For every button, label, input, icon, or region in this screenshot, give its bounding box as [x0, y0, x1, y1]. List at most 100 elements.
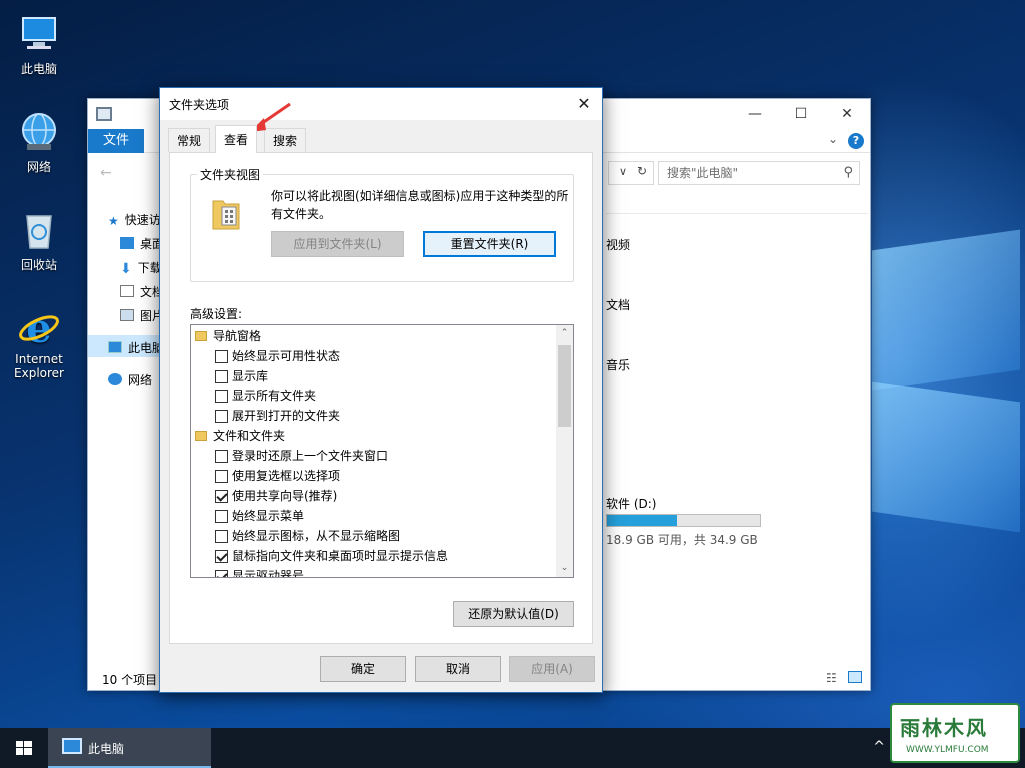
tab-view[interactable]: 查看 [215, 125, 258, 153]
site-watermark-logo: 雨林木风 WWW.YLMFU.COM [890, 703, 1020, 763]
advanced-settings-list[interactable]: 导航窗格 始终显示可用性状态显示库显示所有文件夹展开到打开的文件夹文件和文件夹登录… [190, 324, 574, 578]
svg-text:e: e [26, 305, 51, 348]
settings-item-label: 使用共享向导(推荐) [232, 489, 338, 503]
taskbar-item-label: 此电脑 [88, 742, 125, 756]
chevron-down-icon: ∨ [619, 165, 628, 178]
scroll-down-arrow-icon[interactable]: ⌄ [556, 560, 573, 577]
folder-documents[interactable]: 文档 [606, 296, 630, 313]
nav-item-downloads[interactable]: ⬇ 下载 [120, 259, 162, 277]
settings-checkbox-row[interactable]: 始终显示图标，从不显示缩略图 [215, 526, 400, 546]
settings-item-label: 使用复选框以选择项 [232, 469, 341, 483]
settings-category[interactable]: 导航窗格 [195, 326, 261, 346]
settings-checkbox-row[interactable]: 显示所有文件夹 [215, 386, 316, 406]
close-icon[interactable]: ✕ [824, 103, 870, 125]
checkbox-unchecked[interactable] [215, 390, 228, 403]
desktop-icon-internet-explorer[interactable]: e Internet Explorer [0, 304, 78, 380]
back-arrow-icon[interactable]: ← [100, 165, 112, 181]
drive-d[interactable]: 软件 (D:) 18.9 GB 可用，共 34.9 GB [606, 495, 761, 547]
settings-category[interactable]: 文件和文件夹 [195, 426, 285, 446]
settings-checkbox-row[interactable]: 使用复选框以选择项 [215, 466, 340, 486]
tray-chevron-icon[interactable]: ^ [873, 739, 885, 755]
dialog-title: 文件夹选项 [169, 98, 230, 112]
nav-item-pictures[interactable]: 图片 [120, 307, 164, 324]
drive-free-text: 18.9 GB 可用，共 34.9 GB [606, 533, 758, 547]
desktop-icon-label: 回收站 [20, 258, 57, 272]
computer-icon [17, 12, 61, 56]
recycle-bin-icon [17, 208, 61, 252]
taskbar: 此电脑 ^ [0, 728, 1025, 768]
checkbox-unchecked[interactable] [215, 350, 228, 363]
apply-button[interactable]: 应用(A) [509, 656, 595, 682]
network-icon [108, 373, 122, 385]
checkbox-unchecked[interactable] [215, 470, 228, 483]
nav-item-documents[interactable]: 文档 [120, 283, 164, 300]
details-view-icon[interactable]: ☷ [826, 671, 837, 685]
ok-button[interactable]: 确定 [320, 656, 406, 682]
settings-checkbox-row[interactable]: 登录时还原上一个文件夹窗口 [215, 446, 388, 466]
refresh-icon: ↻ [637, 164, 648, 178]
search-input[interactable]: 搜索"此电脑" ⚲ [658, 161, 860, 185]
settings-checkbox-row[interactable]: 始终显示菜单 [215, 506, 304, 526]
settings-item-label: 显示所有文件夹 [232, 389, 317, 403]
desktop-icon [120, 237, 134, 249]
maximize-icon[interactable]: ☐ [778, 103, 824, 125]
close-icon[interactable]: ✕ [571, 92, 597, 116]
settings-item-label: 登录时还原上一个文件夹窗口 [232, 449, 389, 463]
restore-defaults-button[interactable]: 还原为默认值(D) [453, 601, 574, 627]
desktop-icon-network[interactable]: 网络 [0, 110, 78, 175]
help-icon[interactable]: ? [848, 133, 864, 149]
advanced-settings-label: 高级设置: [190, 307, 243, 321]
checkbox-checked[interactable] [215, 550, 228, 563]
nav-item-this-pc[interactable]: 此电脑 [108, 339, 164, 356]
desktop-icon-label: 此电脑 [20, 62, 57, 76]
nav-item-desktop[interactable]: 桌面 [120, 235, 164, 252]
dialog-titlebar[interactable]: 文件夹选项 ✕ [160, 88, 602, 120]
settings-item-label: 显示库 [232, 369, 269, 383]
scroll-thumb[interactable] [558, 345, 571, 427]
settings-checkbox-row[interactable]: 显示驱动器号 [215, 566, 305, 578]
address-dropdown[interactable]: ∨ ↻ [608, 161, 654, 185]
apply-to-folders-button[interactable]: 应用到文件夹(L) [271, 231, 404, 257]
nav-item-quick-access[interactable]: ★ 快速访 [108, 211, 161, 228]
download-arrow-icon: ⬇ [120, 261, 132, 277]
checkbox-unchecked[interactable] [215, 370, 228, 383]
checkbox-unchecked[interactable] [215, 410, 228, 423]
desktop-icon-this-pc[interactable]: 此电脑 [0, 12, 78, 77]
settings-checkbox-row[interactable]: 鼠标指向文件夹和桌面项时显示提示信息 [215, 546, 448, 566]
checkbox-unchecked[interactable] [215, 450, 228, 463]
explorer-app-icon [96, 107, 112, 121]
checkbox-checked[interactable] [215, 570, 228, 577]
settings-item-label: 显示驱动器号 [232, 569, 305, 578]
tab-general[interactable]: 常规 [168, 128, 211, 152]
nav-label: 网络 [128, 373, 153, 387]
desktop-icon-recycle-bin[interactable]: 回收站 [0, 208, 78, 273]
cancel-button[interactable]: 取消 [415, 656, 501, 682]
nav-item-network[interactable]: 网络 [108, 371, 152, 388]
settings-item-label: 文件和文件夹 [213, 429, 286, 443]
settings-checkbox-row[interactable]: 始终显示可用性状态 [215, 346, 340, 366]
start-windows-icon[interactable] [0, 728, 48, 768]
settings-checkbox-row[interactable]: 显示库 [215, 366, 268, 386]
large-icons-view-icon[interactable] [848, 671, 862, 683]
folder-music[interactable]: 音乐 [606, 356, 630, 373]
advanced-settings-scrollbar[interactable]: ⌃ ⌄ [556, 325, 573, 577]
checkbox-unchecked[interactable] [215, 510, 228, 523]
folder-videos[interactable]: 视频 [606, 236, 630, 253]
folder-view-icon [211, 195, 241, 231]
reset-folders-button[interactable]: 重置文件夹(R) [423, 231, 556, 257]
scroll-up-arrow-icon[interactable]: ⌃ [556, 325, 573, 342]
minimize-icon[interactable]: — [732, 103, 778, 125]
checkbox-checked[interactable] [215, 490, 228, 503]
taskbar-item-this-pc[interactable]: 此电脑 [48, 728, 211, 768]
chevron-down-icon[interactable]: ⌄ [828, 132, 838, 146]
watermark-brand: 雨林木风 [900, 716, 988, 740]
settings-checkbox-row[interactable]: 使用共享向导(推荐) [215, 486, 337, 506]
nav-label: 快速访 [124, 213, 161, 227]
star-icon: ★ [108, 214, 119, 228]
settings-checkbox-row[interactable]: 展开到打开的文件夹 [215, 406, 340, 426]
file-tab[interactable]: 文件 [88, 129, 144, 153]
checkbox-unchecked[interactable] [215, 530, 228, 543]
search-placeholder: 搜索"此电脑" [667, 166, 739, 180]
drive-label: 软件 (D:) [606, 497, 657, 511]
settings-item-label: 始终显示图标，从不显示缩略图 [232, 529, 401, 543]
